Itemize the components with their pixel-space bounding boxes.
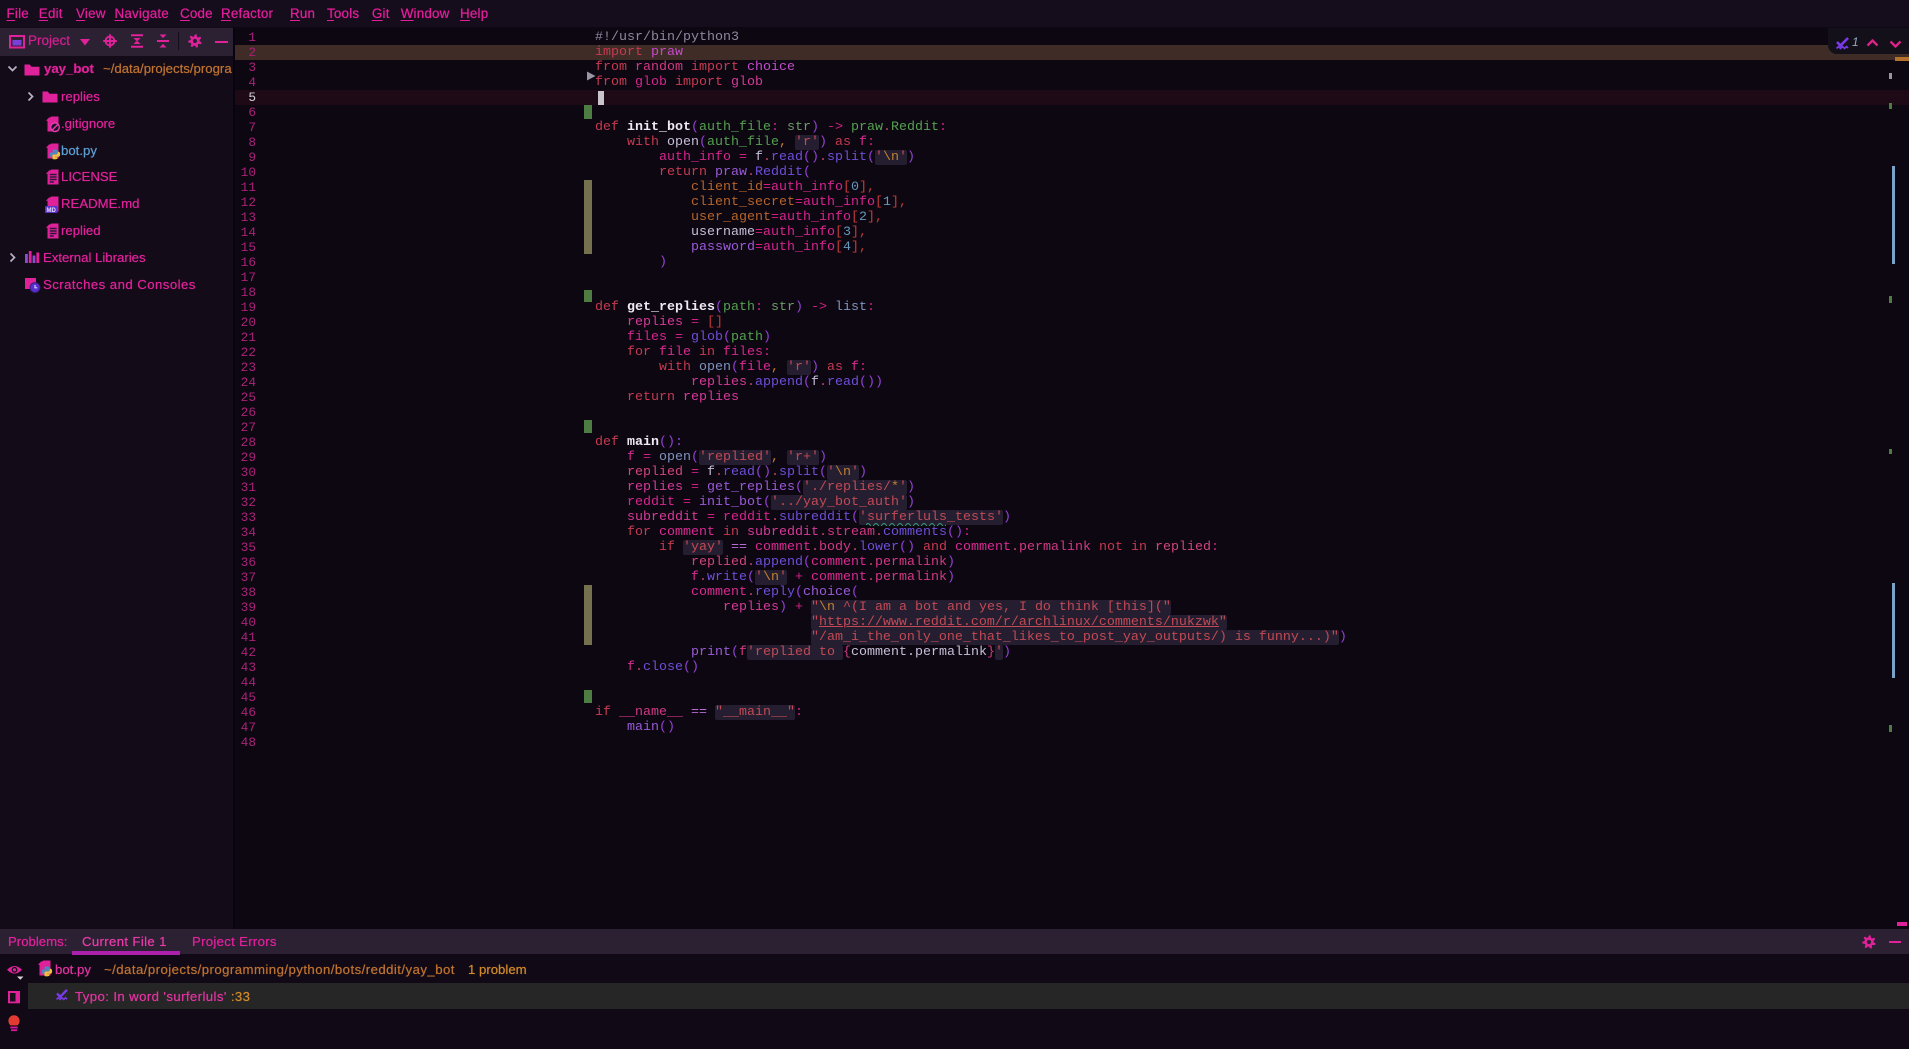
svg-text:MD: MD — [47, 207, 57, 212]
